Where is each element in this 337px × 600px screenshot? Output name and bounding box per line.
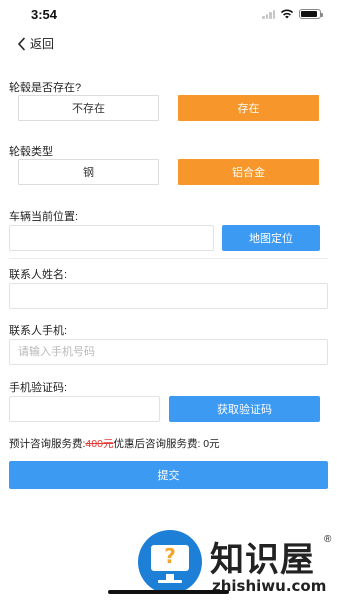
option-steel[interactable]: 钢 xyxy=(18,159,159,185)
option-not-exists[interactable]: 不存在 xyxy=(18,95,159,121)
battery-icon xyxy=(299,9,323,19)
status-time: 3:54 xyxy=(31,7,58,22)
home-indicator[interactable] xyxy=(108,590,229,594)
fee-original-price: 400元 xyxy=(85,438,114,450)
fee-prefix: 预计咨询服务费: xyxy=(9,438,86,450)
option-exists[interactable]: 存在 xyxy=(178,95,319,121)
option-not-exists-label: 不存在 xyxy=(72,103,105,115)
submit-button[interactable]: 提交 xyxy=(9,461,328,489)
option-aluminum-alloy-label: 铝合金 xyxy=(232,167,265,179)
get-verify-code-label: 获取验证码 xyxy=(217,404,272,416)
hub-type-label: 轮毂类型 xyxy=(9,146,53,158)
battery-level xyxy=(301,11,318,17)
monitor-base xyxy=(158,580,182,583)
fee-after-value: 0元 xyxy=(203,438,220,450)
contact-phone-input[interactable] xyxy=(9,339,328,365)
watermark-registered-mark: ® xyxy=(324,534,332,545)
location-label: 车辆当前位置: xyxy=(9,211,79,223)
cellular-signal-icon xyxy=(262,9,275,19)
option-aluminum-alloy[interactable]: 铝合金 xyxy=(178,159,319,185)
chevron-left-icon xyxy=(17,37,25,50)
hub-exists-label: 轮毂是否存在? xyxy=(9,82,82,94)
back-label: 返回 xyxy=(30,37,55,51)
watermark-url: zhishiwu.com xyxy=(212,577,327,595)
verify-code-label: 手机验证码: xyxy=(9,382,68,394)
status-icons xyxy=(262,9,323,19)
status-bar: 3:54 xyxy=(0,0,337,30)
option-exists-label: 存在 xyxy=(237,103,260,115)
map-locate-label: 地图定位 xyxy=(249,233,293,245)
contact-name-input[interactable] xyxy=(9,283,328,309)
fee-after-label: 优惠后咨询服务费: xyxy=(113,438,201,450)
submit-label: 提交 xyxy=(157,470,180,482)
option-steel-label: 钢 xyxy=(83,167,94,179)
question-mark-icon: ? xyxy=(164,544,176,568)
contact-phone-label: 联系人手机: xyxy=(9,325,68,337)
get-verify-code-button[interactable]: 获取验证码 xyxy=(169,396,320,422)
contact-name-label: 联系人姓名: xyxy=(9,269,68,281)
back-button[interactable]: 返回 xyxy=(16,35,54,52)
map-locate-button[interactable]: 地图定位 xyxy=(222,225,320,251)
verify-code-input[interactable] xyxy=(9,396,160,422)
fee-line: 预计咨询服务费:400元优惠后咨询服务费: 0元 xyxy=(9,436,220,451)
watermark-title: 知识屋 xyxy=(210,540,315,580)
divider xyxy=(9,258,328,259)
wifi-icon xyxy=(280,9,294,19)
location-input[interactable] xyxy=(9,225,214,251)
